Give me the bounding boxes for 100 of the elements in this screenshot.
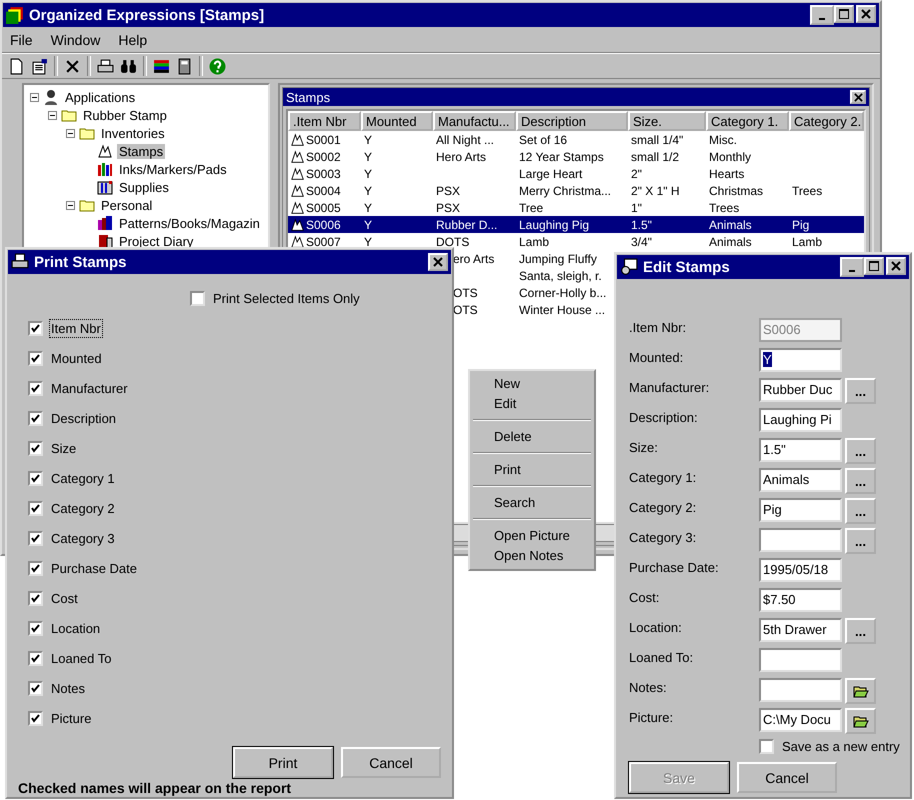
browse-button[interactable]: ... [845, 468, 876, 494]
column-header[interactable]: Description [516, 111, 628, 131]
collapse-toggle[interactable] [48, 110, 57, 120]
menu-item[interactable]: Open Notes [472, 546, 592, 566]
checkbox[interactable] [28, 320, 43, 336]
minimize-button[interactable] [840, 257, 864, 277]
tree-item[interactable]: Supplies [117, 180, 171, 194]
window-title: Print Stamps [34, 254, 127, 270]
tree-item[interactable]: Applications [63, 90, 138, 104]
checkbox-label: Category 2 [50, 500, 116, 518]
tree-item[interactable]: Patterns/Books/Magazin [117, 216, 262, 230]
dialog-button[interactable]: Cancel [341, 747, 441, 778]
input-field[interactable]: Animals [759, 468, 842, 492]
collapse-toggle[interactable] [30, 92, 39, 102]
dialog-button[interactable]: Print [233, 747, 333, 778]
checkbox[interactable] [28, 560, 43, 576]
checkbox[interactable] [28, 500, 43, 516]
checkbox-label: Notes [50, 680, 86, 698]
browse-button[interactable]: ... [845, 618, 876, 644]
checkbox[interactable] [28, 650, 43, 666]
tree-item[interactable]: Rubber Stamp [81, 108, 169, 122]
table-row[interactable]: S0002 Y Hero Arts 12 Year Stamps small 1/2 Monthly [288, 148, 864, 165]
browse-button[interactable]: ... [845, 528, 876, 554]
field-label: Description: [629, 409, 699, 427]
column-header[interactable]: Category 2. [789, 111, 864, 131]
input-field[interactable] [759, 648, 842, 672]
collapse-toggle[interactable] [66, 200, 75, 210]
table-row[interactable]: S0004 Y PSX Merry Christma... 2" X 1" H Christmas Trees [288, 182, 864, 199]
close-button[interactable] [850, 90, 866, 104]
column-header[interactable]: Category 1. [706, 111, 789, 131]
checkbox[interactable] [28, 620, 43, 636]
tree-item[interactable]: Personal [99, 198, 154, 212]
browse-button[interactable]: ... [845, 438, 876, 464]
menu-item[interactable]: Open Picture [472, 526, 592, 546]
minimize-button[interactable] [810, 5, 834, 25]
column-header[interactable]: Size. [628, 111, 706, 131]
input-field[interactable]: $7.50 [759, 588, 842, 612]
input-field[interactable] [759, 678, 842, 702]
checkbox[interactable] [28, 710, 43, 726]
column-header[interactable]: Manufactu... [433, 111, 516, 131]
menu-item[interactable]: Help [118, 32, 148, 48]
new-document-icon[interactable] [8, 58, 25, 74]
menu-item[interactable]: Print [472, 460, 592, 480]
maximize-button[interactable] [834, 5, 854, 23]
browse-button[interactable]: ... [845, 498, 876, 524]
input-field[interactable]: Y [759, 348, 842, 372]
input-field[interactable]: 1.5" [759, 438, 842, 462]
dialog-button[interactable]: Cancel [737, 762, 837, 793]
checkbox[interactable] [759, 738, 774, 754]
delete-icon[interactable] [64, 58, 81, 74]
table-cell: All Night ... [436, 132, 494, 146]
input-field[interactable]: Pig [759, 498, 842, 522]
browse-button[interactable]: ... [845, 378, 876, 404]
menu-item[interactable]: File [10, 32, 33, 48]
menu-item[interactable]: Edit [472, 394, 592, 414]
tree-item[interactable]: Project Diary [117, 234, 196, 248]
help-icon[interactable] [209, 58, 226, 74]
column-header[interactable]: Mounted [361, 111, 433, 131]
tree-item[interactable]: Stamps [117, 144, 166, 158]
input-field[interactable]: C:\My Docu [759, 708, 842, 732]
close-button[interactable] [856, 5, 876, 23]
checkbox[interactable] [28, 380, 43, 396]
checkbox[interactable] [28, 530, 43, 546]
collapse-toggle[interactable] [66, 128, 75, 138]
table-row[interactable]: S0005 Y PSX Tree 1" Trees [288, 199, 864, 216]
checkbox[interactable] [190, 290, 205, 306]
checkbox[interactable] [28, 470, 43, 486]
input-field[interactable]: 5th Drawer [759, 618, 842, 642]
close-button[interactable] [428, 253, 448, 271]
checkbox[interactable] [28, 350, 43, 366]
menu-item[interactable]: Window [50, 32, 100, 48]
tree-item[interactable]: Inks/Markers/Pads [117, 162, 229, 176]
pens-icon[interactable] [153, 58, 170, 74]
printer-icon[interactable] [97, 58, 114, 74]
table-row[interactable]: S0001 Y All Night ... Set of 16 small 1/4" Misc. [288, 131, 864, 148]
menu-item[interactable]: Delete [472, 427, 592, 447]
stamp-icon [291, 184, 305, 198]
menu-item[interactable]: Search [472, 493, 592, 513]
checkbox[interactable] [28, 590, 43, 606]
close-button[interactable] [886, 257, 906, 275]
input-field[interactable] [759, 528, 842, 552]
notebook-icon[interactable] [176, 58, 193, 74]
maximize-button[interactable] [864, 257, 884, 275]
table-row[interactable]: S0007 Y DOTS Lamb 3/4" Animals Lamb [288, 233, 864, 250]
menu-item[interactable]: New [472, 374, 592, 394]
open-folder-button[interactable] [845, 708, 876, 734]
checkbox[interactable] [28, 440, 43, 456]
tree-item[interactable]: Inventories [99, 126, 167, 140]
table-row[interactable]: S0003 Y Large Heart 2" Hearts [288, 165, 864, 182]
checkbox-label: Purchase Date [50, 560, 138, 578]
properties-icon[interactable] [31, 58, 48, 74]
input-field[interactable]: Laughing Pi [759, 408, 842, 432]
input-field[interactable]: Rubber Duc [759, 378, 842, 402]
open-folder-button[interactable] [845, 678, 876, 704]
checkbox[interactable] [28, 410, 43, 426]
input-field[interactable]: 1995/05/18 [759, 558, 842, 582]
binoculars-icon[interactable] [120, 58, 137, 74]
checkbox[interactable] [28, 680, 43, 696]
column-header[interactable]: .Item Nbr [288, 111, 361, 131]
table-row[interactable]: S0006 Y Rubber D... Laughing Pig 1.5" Animals Pig [288, 216, 864, 233]
